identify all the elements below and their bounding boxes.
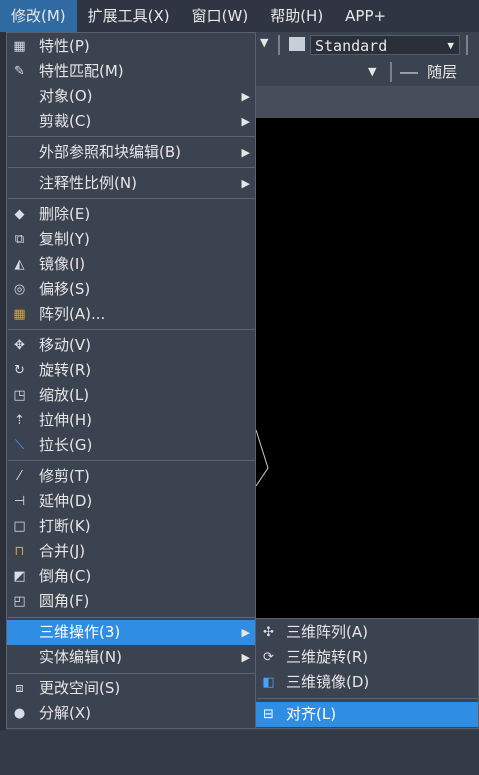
chevron-down-icon: ▼ <box>447 39 454 52</box>
menu-item-chamfer[interactable]: ◩ 倒角(C) <box>7 564 255 589</box>
menu-item-scale[interactable]: ◳ 缩放(L) <box>7 383 255 408</box>
properties-icon: ▦ <box>13 39 26 54</box>
menu-item-solid-editing[interactable]: 实体编辑(N) ▶ <box>7 645 255 670</box>
menu-item-properties[interactable]: ▦ 特性(P) <box>7 34 255 59</box>
mirror-icon: ◭ <box>14 257 25 272</box>
menu-separator <box>8 673 256 674</box>
toolbar-separator <box>390 62 392 82</box>
menu-item-join[interactable]: ⊓ 合并(J) <box>7 539 255 564</box>
3d-rotate-icon: ⟳ <box>263 650 274 665</box>
menu-separator <box>8 167 256 168</box>
menu-item-change-space[interactable]: ⧈ 更改空间(S) <box>7 676 255 701</box>
submenu-item-3d-array[interactable]: ✣ 三维阵列(A) <box>256 620 478 645</box>
array-icon: ▦ <box>13 307 26 322</box>
submenu-arrow-icon: ▶ <box>241 626 250 639</box>
move-icon: ✥ <box>14 338 25 353</box>
dropdown-arrow-icon[interactable]: ▼ <box>368 65 376 78</box>
chamfer-icon: ◩ <box>13 569 26 584</box>
fillet-icon: ◰ <box>13 594 26 609</box>
menu-item-offset[interactable]: ◎ 偏移(S) <box>7 277 255 302</box>
drawing-canvas[interactable] <box>255 118 479 618</box>
menu-separator <box>8 460 256 461</box>
menu-item-copy[interactable]: ⧉ 复制(Y) <box>7 227 255 252</box>
menu-item-mirror[interactable]: ◭ 镜像(I) <box>7 252 255 277</box>
match-properties-icon: ✎ <box>14 64 25 79</box>
menu-separator <box>8 617 256 618</box>
toolbar-row-1: ▼ Standard ▼ <box>256 32 479 58</box>
lengthen-icon: ⟍ <box>14 438 25 453</box>
menu-app-plus[interactable]: APP+ <box>334 0 397 32</box>
menu-item-xref-block-edit[interactable]: 外部参照和块编辑(B) ▶ <box>7 140 255 165</box>
align-icon: ⊟ <box>263 707 274 722</box>
submenu-arrow-icon: ▶ <box>241 146 250 159</box>
modify-menu: ▦ 特性(P) ✎ 特性匹配(M) 对象(O) ▶ 剪裁(C) ▶ 外部参照和块… <box>6 32 256 729</box>
eraser-icon: ◆ <box>14 207 25 222</box>
menu-item-trim[interactable]: ⁄ 修剪(T) <box>7 464 255 489</box>
menu-separator <box>8 198 256 199</box>
menu-item-rotate[interactable]: ↻ 旋转(R) <box>7 358 255 383</box>
menu-item-fillet[interactable]: ◰ 圆角(F) <box>7 589 255 614</box>
trim-icon: ⁄ <box>18 469 21 484</box>
menu-bar: 修改(M) 扩展工具(X) 窗口(W) 帮助(H) APP+ <box>0 0 479 32</box>
menu-modify[interactable]: 修改(M) <box>0 0 77 32</box>
rotate-icon: ↻ <box>14 363 25 378</box>
stretch-icon: ⇡ <box>14 413 25 428</box>
menu-separator <box>257 698 479 699</box>
explode-icon: ● <box>13 706 26 721</box>
menu-item-erase[interactable]: ◆ 删除(E) <box>7 202 255 227</box>
submenu-arrow-icon: ▶ <box>241 651 250 664</box>
submenu-arrow-icon: ▶ <box>241 115 250 128</box>
menu-item-annotative-scale[interactable]: 注释性比例(N) ▶ <box>7 171 255 196</box>
menu-item-lengthen[interactable]: ⟍ 拉长(G) <box>7 433 255 458</box>
menu-item-array[interactable]: ▦ 阵列(A)... <box>7 302 255 327</box>
change-space-icon: ⧈ <box>15 681 24 696</box>
text-style-combo[interactable]: Standard ▼ <box>310 35 460 55</box>
linetype-combo[interactable]: —— 随层 <box>396 62 479 82</box>
bottom-area <box>0 730 479 775</box>
join-icon: ⊓ <box>14 544 25 559</box>
submenu-arrow-icon: ▶ <box>241 90 250 103</box>
menu-item-3d-operations[interactable]: 三维操作(3) ▶ <box>7 620 255 645</box>
canvas-lines <box>255 429 269 487</box>
submenu-item-3d-mirror[interactable]: ◧ 三维镜像(D) <box>256 670 478 695</box>
extend-icon: ⊣ <box>13 494 26 509</box>
submenu-item-3d-rotate[interactable]: ⟳ 三维旋转(R) <box>256 645 478 670</box>
text-style-icon <box>289 37 305 51</box>
toolbar-separator <box>278 35 280 55</box>
menu-window[interactable]: 窗口(W) <box>181 0 260 32</box>
menu-item-break[interactable]: □ 打断(K) <box>7 514 255 539</box>
toolbar-separator <box>466 35 468 55</box>
break-icon: □ <box>13 519 26 534</box>
submenu-arrow-icon: ▶ <box>241 177 250 190</box>
menu-separator <box>8 329 256 330</box>
3d-mirror-icon: ◧ <box>262 675 275 690</box>
toolbar-row-2: ▼ —— 随层 <box>256 58 479 86</box>
menu-separator <box>8 136 256 137</box>
menu-item-match-properties[interactable]: ✎ 特性匹配(M) <box>7 59 255 84</box>
3d-array-icon: ✣ <box>263 625 274 640</box>
offset-icon: ◎ <box>13 282 26 297</box>
menu-item-move[interactable]: ✥ 移动(V) <box>7 333 255 358</box>
toolbar-row-3 <box>256 86 479 118</box>
menu-help[interactable]: 帮助(H) <box>259 0 334 32</box>
menu-item-stretch[interactable]: ⇡ 拉伸(H) <box>7 408 255 433</box>
dropdown-arrow-icon[interactable]: ▼ <box>260 36 268 49</box>
3d-operations-submenu: ✣ 三维阵列(A) ⟳ 三维旋转(R) ◧ 三维镜像(D) ⊟ 对齐(L) <box>255 618 479 729</box>
menu-item-clip[interactable]: 剪裁(C) ▶ <box>7 109 255 134</box>
menu-item-explode[interactable]: ● 分解(X) <box>7 701 255 726</box>
scale-icon: ◳ <box>13 388 26 403</box>
copy-icon: ⧉ <box>14 232 25 247</box>
submenu-item-align[interactable]: ⊟ 对齐(L) <box>256 702 478 727</box>
menu-item-extend[interactable]: ⊣ 延伸(D) <box>7 489 255 514</box>
menu-item-object[interactable]: 对象(O) ▶ <box>7 84 255 109</box>
menu-extend-tools[interactable]: 扩展工具(X) <box>77 0 181 32</box>
